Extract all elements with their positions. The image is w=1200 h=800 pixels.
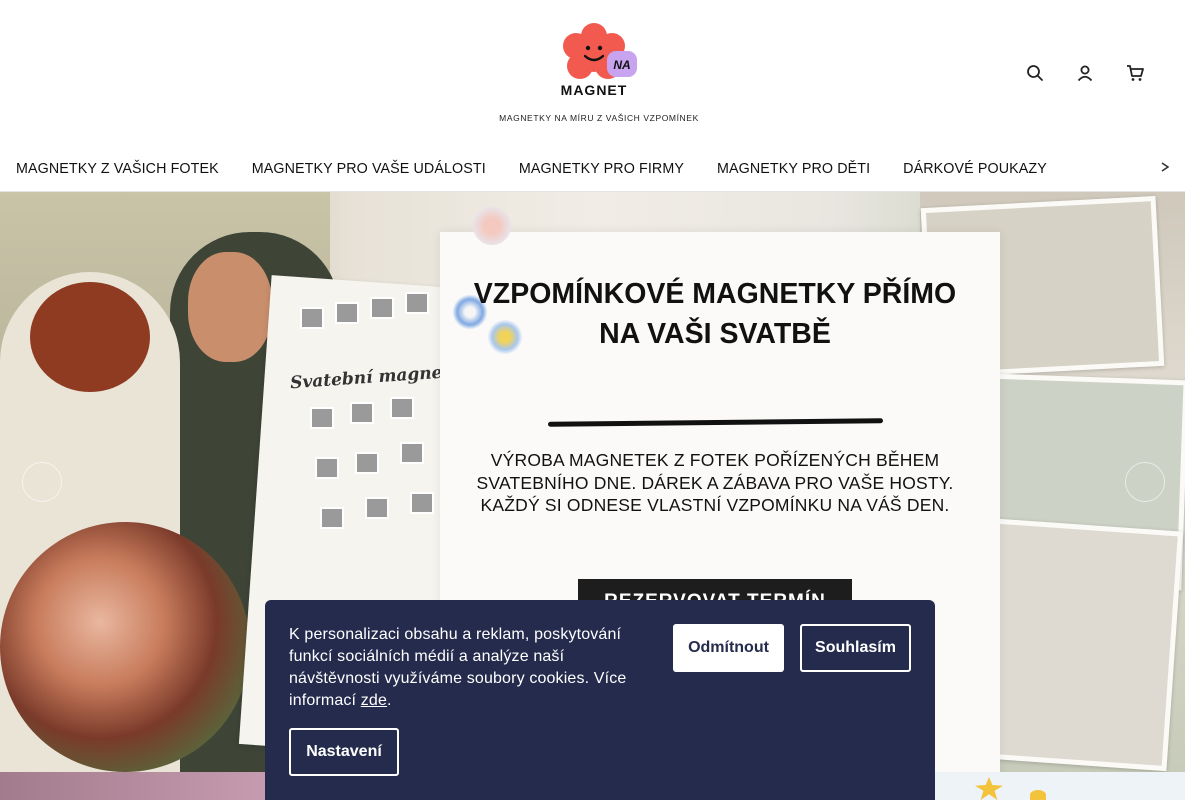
logo-tagline: MAGNETKY NA MÍRU Z VAŠICH VZPOMÍNEK	[499, 113, 699, 123]
board-photo	[335, 302, 359, 324]
accept-cookies-button[interactable]: Souhlasím	[800, 624, 911, 672]
cookie-message: K personalizaci obsahu a reklam, poskyto…	[289, 626, 627, 709]
header-actions	[1024, 62, 1146, 84]
bouquet-image	[0, 522, 250, 772]
board-photo	[370, 297, 394, 319]
cookie-more-info-link[interactable]: zde	[361, 692, 387, 709]
nav-item-kids[interactable]: MAGNETKY PRO DĚTI	[717, 161, 870, 177]
slider-next-button[interactable]	[1125, 462, 1165, 502]
logo-magnet: MAGNET	[561, 82, 628, 98]
nav-item-photos[interactable]: MAGNETKY Z VAŠICH FOTEK	[16, 161, 219, 177]
cookie-banner: K personalizaci obsahu a reklam, poskyto…	[265, 600, 935, 800]
search-icon[interactable]	[1024, 62, 1046, 84]
cookie-settings-button[interactable]: Nastavení	[289, 728, 399, 776]
board-photo	[405, 292, 429, 314]
star-decoration	[1030, 790, 1046, 800]
logo-link[interactable]: NA MAGNET MAGNETKY NA MÍRU Z VAŠICH VZPO…	[490, 18, 708, 128]
nav-item-events[interactable]: MAGNETKY PRO VAŠE UDÁLOSTI	[252, 161, 486, 177]
groom-head	[188, 252, 272, 362]
next-section-image	[935, 772, 1185, 800]
reject-cookies-button[interactable]: Odmítnout	[673, 624, 784, 672]
board-photo	[355, 452, 379, 474]
board-photo	[365, 497, 389, 519]
nav-more-icon[interactable]	[1161, 162, 1169, 172]
flower-decoration	[470, 204, 514, 248]
hero-title: VZPOMÍNKOVÉ MAGNETKY PŘÍMO NA VAŠI SVATB…	[473, 278, 957, 350]
board-photo	[400, 442, 424, 464]
board-photo	[410, 492, 434, 514]
nav-item-companies[interactable]: MAGNETKY PRO FIRMY	[519, 161, 684, 177]
next-section-image	[0, 772, 270, 800]
board-photo	[300, 307, 324, 329]
site-header: NA MAGNET MAGNETKY NA MÍRU Z VAŠICH VZPO…	[0, 0, 1185, 148]
cookie-suffix: .	[387, 692, 392, 709]
board-photo	[310, 407, 334, 429]
board-photo	[350, 402, 374, 424]
user-icon[interactable]	[1074, 62, 1096, 84]
nav-items: MAGNETKY Z VAŠICH FOTEK MAGNETKY PRO VAŠ…	[16, 161, 1080, 177]
main-navigation: MAGNETKY Z VAŠICH FOTEK MAGNETKY PRO VAŠ…	[0, 148, 1185, 192]
board-photo	[390, 397, 414, 419]
bride-hair	[30, 282, 150, 392]
logo-icon: NA MAGNET	[561, 23, 637, 98]
nav-item-vouchers[interactable]: DÁRKOVÉ POUKAZY	[903, 161, 1047, 177]
hero-text: VÝROBA MAGNETEK Z FOTEK POŘÍZENÝCH BĚHEM…	[476, 450, 954, 515]
cart-icon[interactable]	[1124, 62, 1146, 84]
logo-na: NA	[613, 58, 630, 72]
cookie-text: K personalizaci obsahu a reklam, poskyto…	[289, 624, 649, 712]
board-photo	[315, 457, 339, 479]
slider-prev-button[interactable]	[22, 462, 62, 502]
board-photo	[320, 507, 344, 529]
page: NA MAGNET MAGNETKY NA MÍRU Z VAŠICH VZPO…	[0, 0, 1200, 800]
